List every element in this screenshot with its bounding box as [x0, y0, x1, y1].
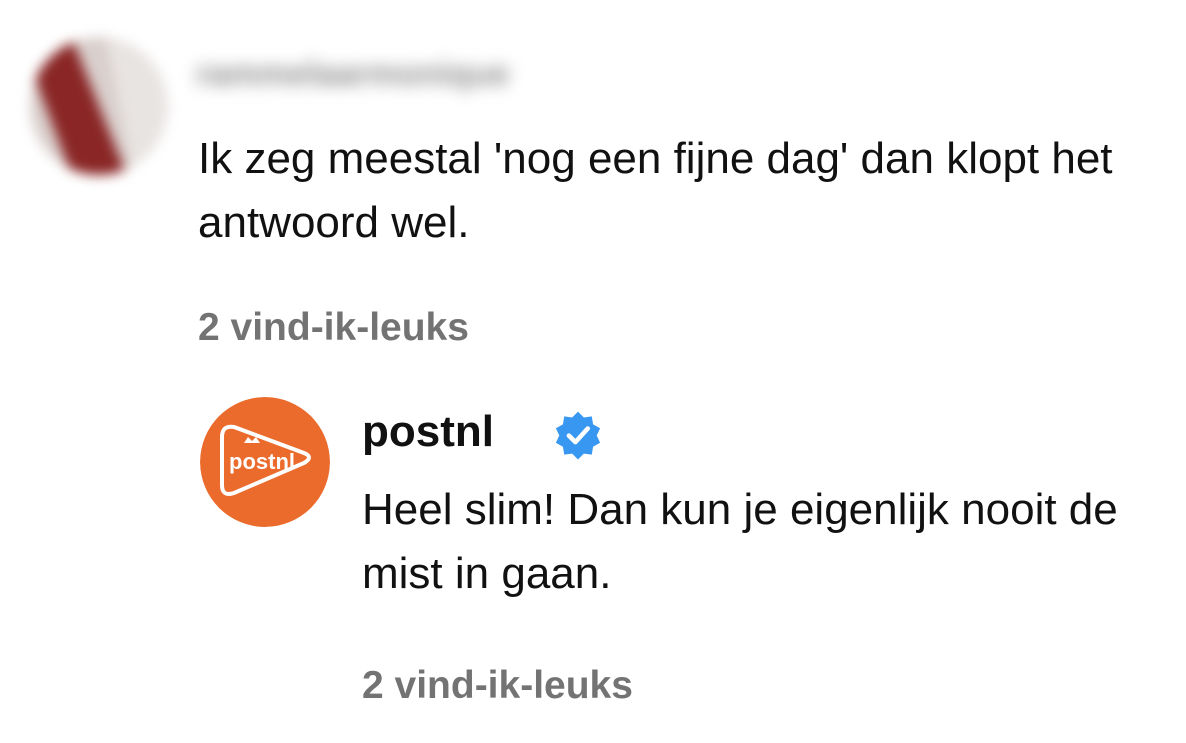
postnl-logo-icon: postnl: [200, 397, 330, 527]
postnl-logo-text: postnl: [229, 449, 295, 474]
comment-username[interactable]: rammelaarmonique: [196, 55, 510, 94]
comment-text: Heel slim! Dan kun je eigenlijk nooit de…: [362, 485, 1118, 598]
user-avatar-icon: [30, 37, 168, 175]
avatar[interactable]: postnl: [200, 397, 330, 527]
likes-count[interactable]: 2 vind-ik-leuks: [362, 664, 633, 708]
verified-badge-icon: [552, 409, 604, 461]
comment-username[interactable]: postnl: [362, 407, 494, 457]
comment-text: Ik zeg meestal 'nog een fijne dag' dan k…: [198, 134, 1113, 247]
avatar[interactable]: [30, 37, 168, 175]
likes-count[interactable]: 2 vind-ik-leuks: [198, 306, 469, 350]
